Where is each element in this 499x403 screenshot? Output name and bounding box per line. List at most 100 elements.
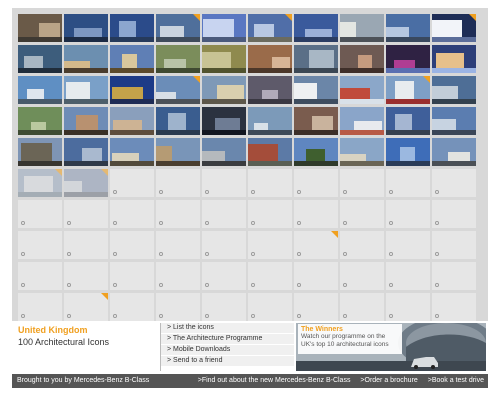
empty-slot[interactable] [202,293,246,321]
icon-thumbnail[interactable] [340,76,384,104]
empty-slot[interactable] [156,200,200,228]
empty-slot[interactable] [432,293,476,321]
icon-thumbnail[interactable] [248,14,292,42]
empty-slot[interactable] [156,262,200,290]
menu-mobile-downloads[interactable]: > Mobile Downloads [161,345,294,355]
empty-slot[interactable] [202,231,246,259]
icon-thumbnail[interactable] [248,76,292,104]
empty-slot[interactable] [294,293,338,321]
icon-thumbnail[interactable] [18,45,62,73]
icon-thumbnail[interactable] [18,107,62,135]
empty-slot[interactable] [156,293,200,321]
icon-thumbnail[interactable] [110,138,154,166]
empty-slot[interactable] [18,231,62,259]
icon-thumbnail[interactable] [110,76,154,104]
empty-slot[interactable] [202,169,246,197]
empty-slot[interactable] [110,200,154,228]
icon-thumbnail[interactable] [386,45,430,73]
empty-slot[interactable] [248,200,292,228]
icon-thumbnail[interactable] [432,76,476,104]
icon-thumbnail[interactable] [248,45,292,73]
link-book-test-drive[interactable]: >Book a test drive [428,377,484,384]
empty-slot[interactable] [386,231,430,259]
icon-thumbnail[interactable] [340,138,384,166]
icon-thumbnail[interactable] [202,76,246,104]
empty-slot[interactable] [340,262,384,290]
empty-slot[interactable] [18,200,62,228]
menu-architecture-programme[interactable]: > The Architecture Programme [161,334,294,344]
empty-slot[interactable] [110,231,154,259]
empty-slot[interactable] [294,169,338,197]
icon-thumbnail[interactable] [432,14,476,42]
icon-thumbnail[interactable] [18,169,62,197]
icon-thumbnail[interactable] [386,14,430,42]
empty-slot[interactable] [64,200,108,228]
empty-slot[interactable] [340,293,384,321]
icon-thumbnail[interactable] [248,138,292,166]
icon-thumbnail[interactable] [64,45,108,73]
empty-slot[interactable] [64,293,108,321]
empty-slot[interactable] [340,169,384,197]
empty-slot[interactable] [18,262,62,290]
empty-slot[interactable] [294,262,338,290]
icon-thumbnail[interactable] [156,76,200,104]
empty-slot[interactable] [248,231,292,259]
empty-slot[interactable] [340,200,384,228]
winners-promo[interactable]: The Winners Watch our programme on the U… [296,323,486,371]
empty-slot[interactable] [340,231,384,259]
icon-thumbnail[interactable] [18,14,62,42]
empty-slot[interactable] [248,262,292,290]
icon-thumbnail[interactable] [432,138,476,166]
icon-thumbnail[interactable] [294,76,338,104]
icon-thumbnail[interactable] [202,14,246,42]
icon-thumbnail[interactable] [64,14,108,42]
icon-thumbnail[interactable] [64,107,108,135]
icon-thumbnail[interactable] [64,169,108,197]
icon-thumbnail[interactable] [110,107,154,135]
icon-thumbnail[interactable] [432,107,476,135]
icon-thumbnail[interactable] [386,76,430,104]
menu-send-to-friend[interactable]: > Send to a friend [161,356,294,366]
empty-slot[interactable] [432,169,476,197]
empty-slot[interactable] [110,262,154,290]
icon-thumbnail[interactable] [432,45,476,73]
link-order-brochure[interactable]: >Order a brochure [360,377,417,384]
empty-slot[interactable] [248,293,292,321]
empty-slot[interactable] [294,200,338,228]
empty-slot[interactable] [64,262,108,290]
empty-slot[interactable] [294,231,338,259]
empty-slot[interactable] [432,231,476,259]
icon-thumbnail[interactable] [294,107,338,135]
icon-thumbnail[interactable] [294,138,338,166]
icon-thumbnail[interactable] [294,45,338,73]
icon-thumbnail[interactable] [386,138,430,166]
icon-thumbnail[interactable] [248,107,292,135]
icon-thumbnail[interactable] [64,138,108,166]
empty-slot[interactable] [202,200,246,228]
icon-thumbnail[interactable] [340,107,384,135]
icon-thumbnail[interactable] [110,45,154,73]
icon-thumbnail[interactable] [18,138,62,166]
empty-slot[interactable] [432,200,476,228]
empty-slot[interactable] [386,262,430,290]
empty-slot[interactable] [110,169,154,197]
icon-thumbnail[interactable] [202,107,246,135]
icon-thumbnail[interactable] [202,45,246,73]
icon-thumbnail[interactable] [340,45,384,73]
empty-slot[interactable] [386,200,430,228]
empty-slot[interactable] [156,169,200,197]
link-find-out-b-class[interactable]: >Find out about the new Mercedes-Benz B-… [198,377,351,384]
icon-thumbnail[interactable] [156,107,200,135]
icon-thumbnail[interactable] [156,45,200,73]
empty-slot[interactable] [156,231,200,259]
icon-thumbnail[interactable] [156,138,200,166]
icon-thumbnail[interactable] [386,107,430,135]
icon-thumbnail[interactable] [202,138,246,166]
icon-thumbnail[interactable] [294,14,338,42]
empty-slot[interactable] [386,293,430,321]
empty-slot[interactable] [18,293,62,321]
empty-slot[interactable] [202,262,246,290]
icon-thumbnail[interactable] [18,76,62,104]
icon-thumbnail[interactable] [110,14,154,42]
empty-slot[interactable] [386,169,430,197]
